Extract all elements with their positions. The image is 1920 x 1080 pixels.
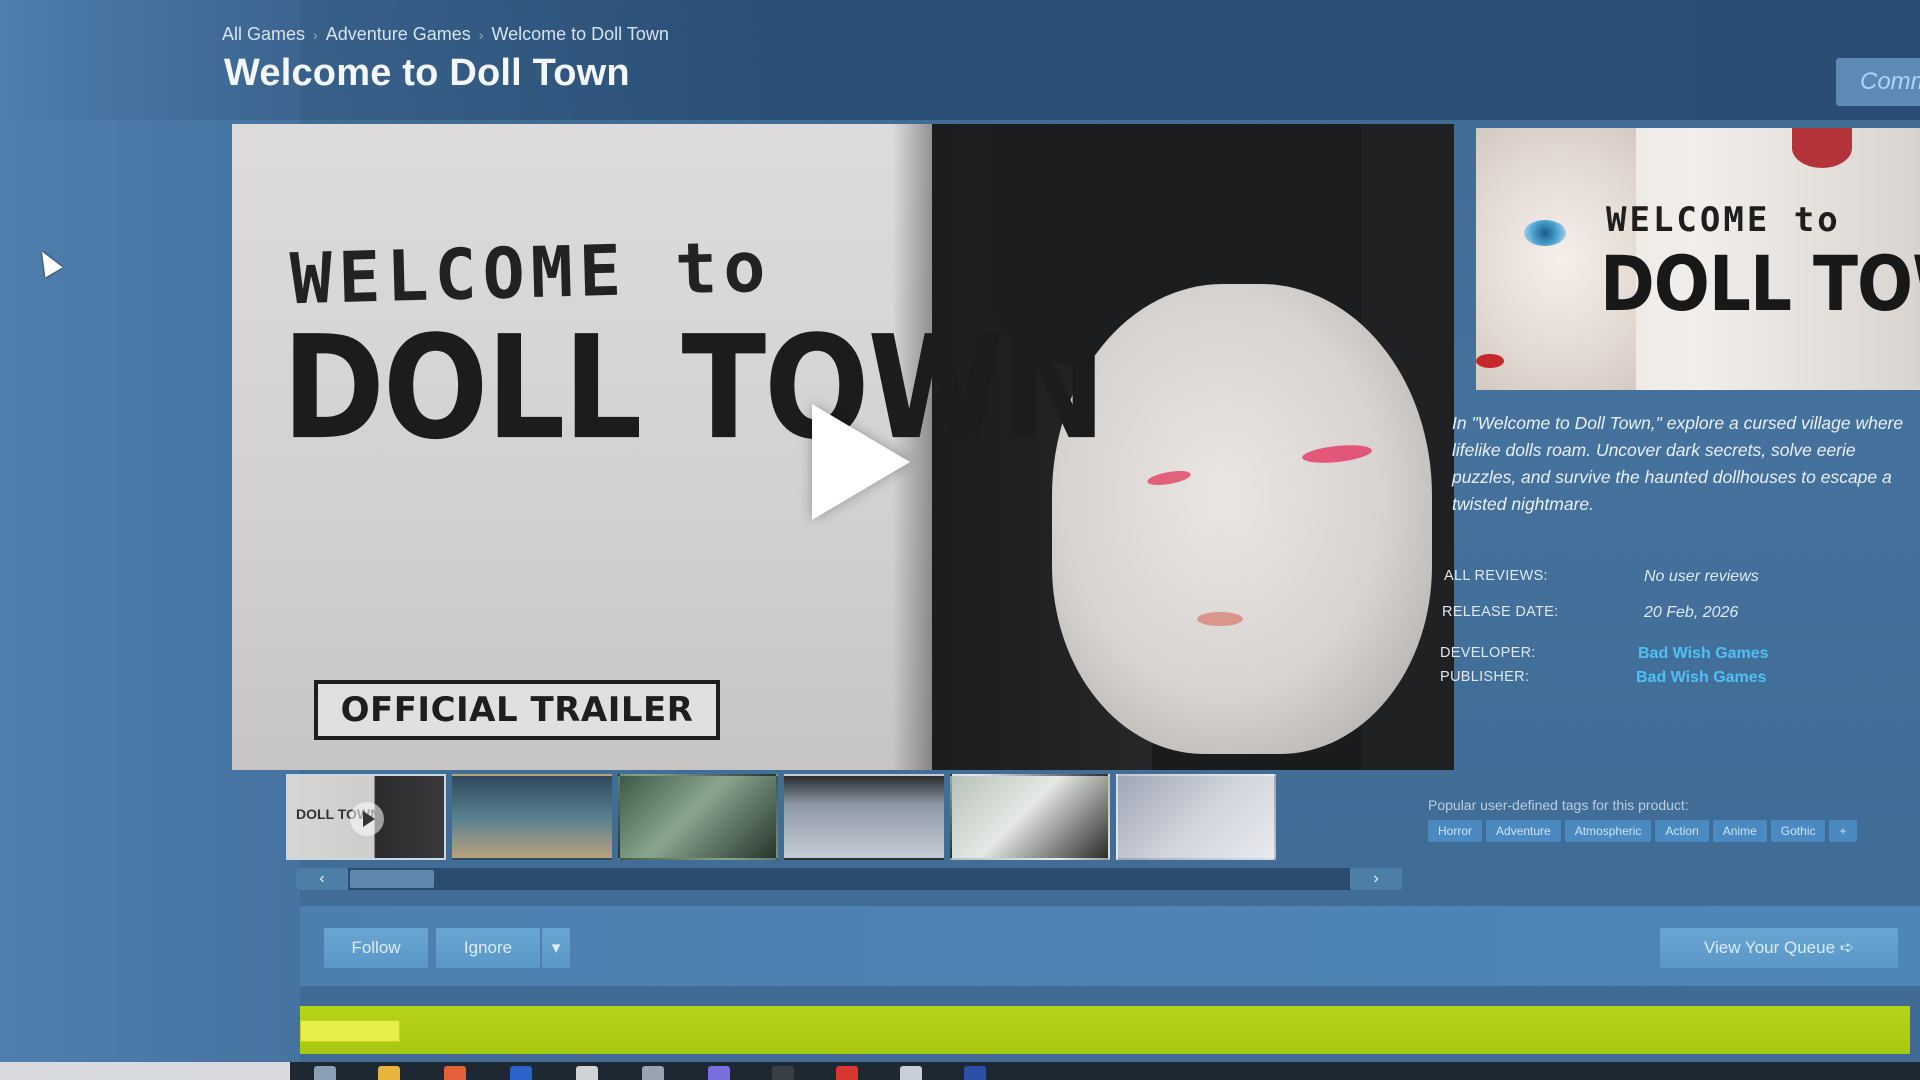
notice-banner[interactable] [300,1006,1910,1054]
play-icon [350,802,384,836]
developer-label: DEVELOPER: [1440,645,1536,661]
trailer-doll-face [1052,284,1432,754]
release-date-label: RELEASE DATE: [1442,604,1559,620]
thumbnail-scrollbar-handle[interactable] [350,870,434,888]
thumbnail-trailer[interactable]: DOLL TOWN [286,774,446,860]
tag-adventure[interactable]: Adventure [1486,820,1561,842]
carousel-next-button[interactable]: › [1350,868,1402,890]
tags-label: Popular user-defined tags for this produ… [1428,797,1689,813]
trailer-doll-lips [1197,612,1243,626]
community-hub-button[interactable]: Comm [1836,58,1920,106]
tag-horror[interactable]: Horror [1428,820,1483,842]
app-icon[interactable] [964,1066,986,1080]
app-icon[interactable] [836,1066,858,1080]
carousel-prev-button[interactable]: ‹ [296,868,348,890]
app-icon[interactable] [900,1066,922,1080]
game-description: In "Welcome to Doll Town," explore a cur… [1452,413,1904,514]
play-icon[interactable] [812,404,910,520]
publisher-link[interactable]: Bad Wish Games [1636,669,1767,687]
view-your-queue-button[interactable]: View Your Queue ➪ [1660,928,1898,968]
capsule-logo-line2: DOLL TOWN [1600,240,1920,329]
tag-list: Horror Adventure Atmospheric Action Anim… [1428,820,1857,842]
developer-link[interactable]: Bad Wish Games [1638,645,1769,663]
breadcrumb-all-games[interactable]: All Games [222,24,305,45]
capsule-doll-lips [1476,354,1504,368]
release-date-value: 20 Feb, 2026 [1644,604,1739,621]
breadcrumb-adventure-games[interactable]: Adventure Games [326,24,471,45]
thumbnail-screenshot[interactable] [452,774,612,860]
capsule-logo-line1: WELCOME to [1606,200,1841,240]
tag-more-button[interactable]: + [1829,820,1857,842]
app-icon[interactable] [510,1066,532,1080]
thumbnail-screenshot[interactable] [1116,774,1276,860]
breadcrumb: All Games › Adventure Games › Welcome to… [222,24,669,45]
thumbnail-screenshot[interactable] [784,774,944,860]
notice-badge [300,1020,400,1042]
thumbnail-scrollbar-track[interactable] [296,868,1400,890]
tag-action[interactable]: Action [1655,820,1709,842]
capsule-bow [1792,128,1852,168]
app-icon[interactable] [772,1066,794,1080]
official-trailer-badge: OFFICIAL TRAILER [314,680,720,740]
breadcrumb-current-game[interactable]: Welcome to Doll Town [491,24,668,45]
trailer-logo-line2: DOLL TOWN [282,306,1106,472]
ignore-button[interactable]: Ignore [436,928,540,968]
capsule-doll-eye [1524,220,1566,246]
ignore-dropdown-button[interactable]: ▾ [542,928,570,968]
publisher-label: PUBLISHER: [1440,669,1530,685]
all-reviews-label: ALL REVIEWS: [1444,568,1548,584]
file-explorer-icon[interactable] [378,1066,400,1080]
browser-icon[interactable] [444,1066,466,1080]
thumbnail-screenshot[interactable] [618,774,778,860]
breadcrumb-separator: › [478,26,484,43]
game-capsule-image: WELCOME to DOLL TOWN [1476,128,1920,390]
taskbar-search-box[interactable] [0,1062,290,1080]
app-icon[interactable] [708,1066,730,1080]
follow-button[interactable]: Follow [324,928,428,968]
tag-atmospheric[interactable]: Atmospheric [1564,820,1652,842]
media-thumbnail-strip: DOLL TOWN [286,774,1276,864]
all-reviews-value: No user reviews [1644,568,1759,585]
page-title: Welcome to Doll Town [224,52,630,94]
thumbnail-screenshot[interactable] [950,774,1110,860]
app-icon[interactable] [576,1066,598,1080]
task-view-icon[interactable] [314,1066,336,1080]
breadcrumb-separator: › [313,26,318,43]
tag-gothic[interactable]: Gothic [1770,820,1826,842]
tag-anime[interactable]: Anime [1712,820,1767,842]
app-icon[interactable] [642,1066,664,1080]
